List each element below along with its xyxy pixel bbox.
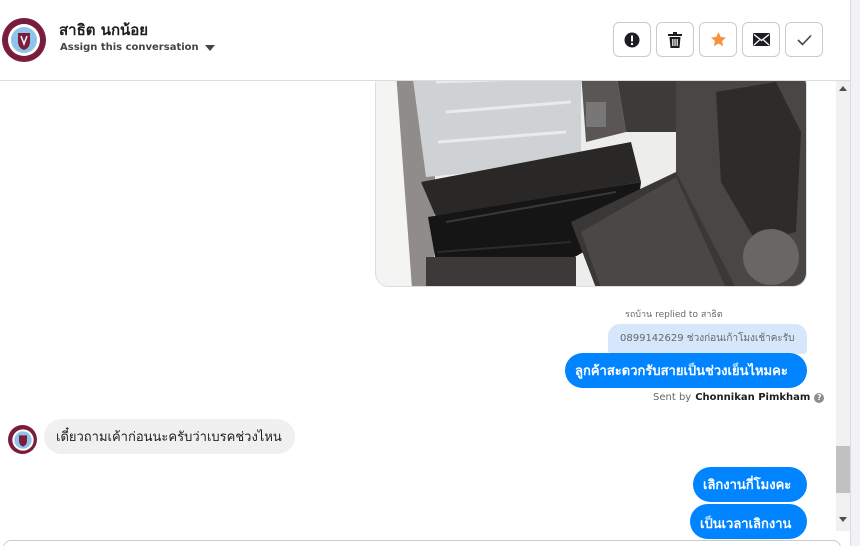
mark-done-button[interactable] [785,22,823,57]
sent-by-info: Sent by Chonnikan Pimkham ? [653,392,825,403]
star-button[interactable] [699,22,737,57]
assign-label: Assign this conversation [60,42,199,53]
incoming-message[interactable]: เดี๋ยวถามเค้าก่อนนะครับว่าเบรคช่วงไหน [44,419,295,454]
outgoing-message[interactable]: เลิกงานกี่โมงคะ [693,467,807,502]
message-thread[interactable]: รถบ้าน replied to สาธิต 0899142629 ช่วงก… [0,81,836,540]
sent-by-prefix: Sent by [653,392,692,403]
scrollbar-thumb[interactable] [836,446,850,493]
car-interior-image [376,81,806,286]
scroll-up-icon[interactable] [839,86,847,91]
assign-conversation-dropdown[interactable]: Assign this conversation [60,42,215,53]
question-icon[interactable]: ? [814,392,825,403]
contact-avatar[interactable] [2,18,46,62]
conversation-header: สาธิต นกน้อย Assign this conversation [0,0,850,81]
attached-photo[interactable] [375,81,807,287]
club-crest-icon [8,24,40,56]
mark-spam-button[interactable] [613,22,651,57]
check-icon [796,34,812,46]
chevron-down-icon [204,44,215,51]
club-crest-icon [11,428,34,451]
sent-by-name: Chonnikan Pimkham [695,392,811,403]
star-icon [710,32,726,47]
envelope-icon [752,33,770,46]
reply-note: รถบ้าน replied to สาธิต [625,310,723,320]
mark-unread-button[interactable] [742,22,780,57]
message-composer[interactable] [3,540,841,546]
side-panel-edge [850,0,860,546]
trash-icon [668,31,682,48]
contact-avatar-small[interactable] [8,425,37,454]
quoted-message[interactable]: 0899142629 ช่วงก่อนเก้าโมงเช้าคะรับ [608,324,807,354]
exclamation-icon [624,32,640,47]
outgoing-message[interactable]: ลูกค้าสะดวกรับสายเป็นช่วงเย็นไหมคะ [565,353,807,388]
contact-name[interactable]: สาธิต นกน้อย [59,18,148,42]
delete-button[interactable] [656,22,694,57]
scroll-down-icon[interactable] [839,517,847,522]
outgoing-message[interactable]: เป็นเวลาเลิกงาน [690,504,807,539]
